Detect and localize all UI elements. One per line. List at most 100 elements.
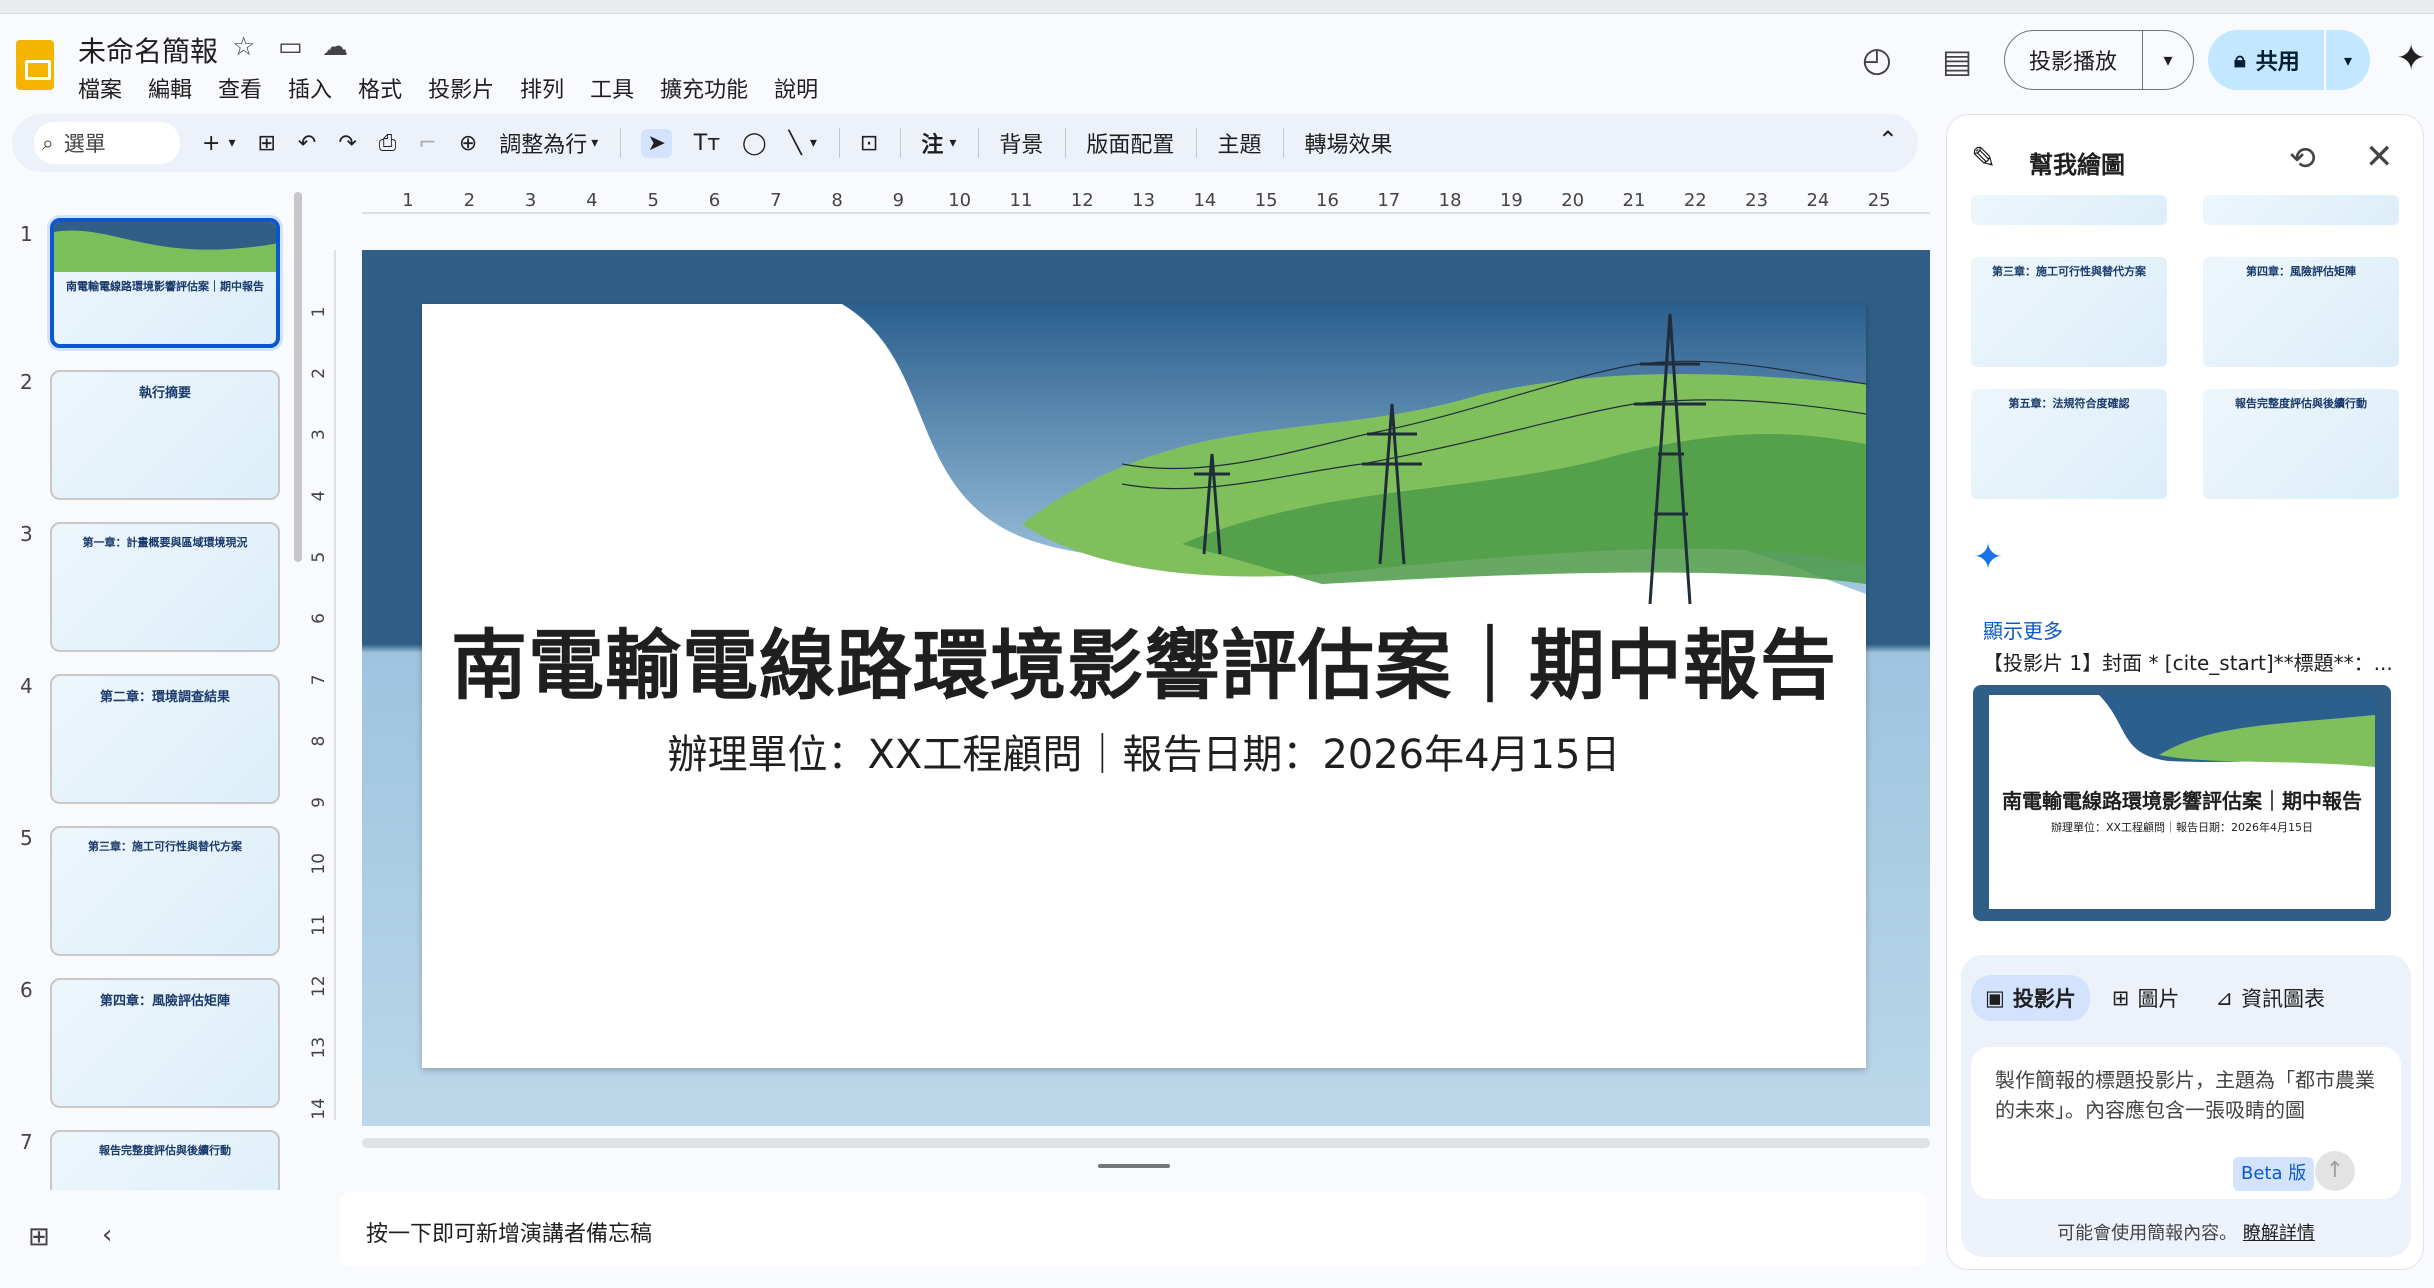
- add-image-icon[interactable]: ⊞: [257, 131, 275, 156]
- menu-format[interactable]: 格式: [358, 72, 402, 104]
- slideshow-label[interactable]: 投影播放: [2005, 31, 2143, 89]
- history-icon[interactable]: ⟲: [2289, 139, 2316, 177]
- redo-icon[interactable]: ↷: [338, 131, 356, 156]
- print-icon[interactable]: ⎙: [379, 131, 397, 156]
- toolbar-divider: [838, 128, 840, 158]
- gemini-icon[interactable]: ✦: [2396, 38, 2426, 79]
- ruler-tick-label: 4: [586, 190, 597, 211]
- new-slide-icon[interactable]: +: [202, 131, 220, 156]
- zoom-select[interactable]: 調整為行 ▾: [499, 127, 598, 159]
- prompt-echo: 【投影片 1】封面 * [cite_start]**標題**：...: [1983, 651, 2393, 675]
- chevron-down-icon[interactable]: ▾: [2143, 50, 2193, 71]
- slide-thumbnail[interactable]: 南電輸電線路環境影響評估案｜期中報告: [50, 218, 280, 348]
- chevron-down-icon[interactable]: ▾: [2326, 51, 2370, 70]
- generated-thumbnail[interactable]: 第四章：風險評估矩陣: [2203, 257, 2399, 367]
- paint-format-icon[interactable]: ⌐: [418, 131, 436, 156]
- chevron-left-icon[interactable]: ‹: [102, 1220, 112, 1250]
- close-icon[interactable]: ✕: [2365, 137, 2394, 177]
- undo-icon[interactable]: ↶: [298, 131, 316, 156]
- theme-button[interactable]: 主題: [1217, 127, 1261, 159]
- version-history-icon[interactable]: ◴: [1862, 40, 1892, 80]
- ruler-tick-label: 6: [709, 190, 720, 211]
- layout-button[interactable]: 版面配置: [1086, 127, 1174, 159]
- comments-icon[interactable]: ▤: [1942, 42, 1972, 80]
- image-add-icon: ⊞: [2111, 986, 2130, 1010]
- annotate-button[interactable]: 注 ▾: [921, 127, 956, 159]
- search-menus-input[interactable]: ⌕ 選單: [34, 122, 180, 164]
- slide-filmstrip: 1 南電輸電線路環境影響評估案｜期中報告 2 執行摘要 3 第一章：計畫概要與區…: [0, 200, 300, 1190]
- show-more-link[interactable]: 顯示更多: [1983, 615, 2063, 644]
- filmstrip-scrollbar[interactable]: [294, 192, 302, 562]
- generated-thumbnail[interactable]: 第三章：施工可行性與替代方案: [1971, 257, 2167, 367]
- chevron-down-icon: ▾: [591, 135, 599, 151]
- browser-tab-strip: [0, 0, 2434, 14]
- slide-title[interactable]: 南電輸電線路環境影響評估案｜期中報告: [422, 604, 1866, 714]
- menu-arrange[interactable]: 排列: [520, 72, 564, 104]
- menu-edit[interactable]: 編輯: [148, 72, 192, 104]
- speaker-notes-field[interactable]: 按一下即可新增演講者備忘稿: [340, 1192, 1926, 1266]
- select-cursor-icon[interactable]: ➤: [641, 128, 672, 158]
- share-button[interactable]: 🔒︎ 共用 ▾: [2208, 30, 2370, 90]
- zoom-icon[interactable]: ⊕: [459, 131, 477, 156]
- ruler-top-svg: 1 2 3 4 5 6 7 8 9 10 11 12 13 14 15 16 17 18 19 20 21 22 23 24 2…: [362, 190, 1930, 214]
- slide-number: 6: [20, 978, 33, 1002]
- generated-thumbnail[interactable]: [1971, 195, 2167, 225]
- slides-logo-icon[interactable]: [16, 40, 54, 90]
- tab-slide[interactable]: ▣ 投影片: [1971, 975, 2090, 1021]
- ruler-tick-label: 18: [1439, 190, 1462, 211]
- generated-thumbnail[interactable]: 報告完整度評估與後續行動: [2203, 389, 2399, 499]
- shape-icon[interactable]: ◯: [742, 131, 767, 156]
- generated-slide-preview[interactable]: 南電輸電線路環境影響評估案｜期中報告 辦理單位：XX工程顧問｜報告日期：2026…: [1973, 685, 2391, 921]
- chevron-down-icon[interactable]: ▾: [228, 135, 235, 151]
- share-main[interactable]: 🔒︎ 共用: [2208, 30, 2326, 90]
- ruler-tick-label: 7: [770, 190, 781, 211]
- cloud-saved-icon[interactable]: ☁: [322, 32, 348, 62]
- slide-thumbnail[interactable]: 第二章：環境調查結果: [50, 674, 280, 804]
- slide-thumbnail[interactable]: 執行摘要: [50, 370, 280, 500]
- move-folder-icon[interactable]: ▭: [278, 32, 303, 62]
- slide-thumbnail[interactable]: 報告完整度評估與後續行動: [50, 1130, 280, 1190]
- chevron-down-icon[interactable]: ▾: [810, 135, 817, 151]
- lock-icon: 🔒︎: [2234, 47, 2246, 73]
- background-button[interactable]: 背景: [999, 127, 1043, 159]
- tab-label: 圖片: [2137, 987, 2180, 1011]
- prompt-input[interactable]: 製作簡報的標題投影片，主題為「都市農業的未來」。內容應包含一張吸睛的圖 Beta…: [1971, 1047, 2401, 1199]
- slide-thumbnail[interactable]: 第一章：計畫概要與區域環境現況: [50, 522, 280, 652]
- canvas-scrollbar[interactable]: [362, 1138, 1930, 1148]
- text-box-icon[interactable]: Tт: [694, 131, 720, 156]
- chevron-up-icon[interactable]: ⌃: [1878, 126, 1898, 154]
- menu-insert[interactable]: 插入: [288, 72, 332, 104]
- slideshow-button[interactable]: 投影播放 ▾: [2004, 30, 2194, 90]
- thumbnail-title: 第四章：風險評估矩陣: [2246, 265, 2356, 278]
- toolbar: ⌕ 選單 + ▾ ⊞ ↶ ↷ ⎙ ⌐ ⊕ 調整為行 ▾ ➤ Tт ◯ ╲ ▾ ⊡ 注…: [12, 114, 1918, 172]
- menu-view[interactable]: 查看: [218, 72, 262, 104]
- grid-view-icon[interactable]: ⊞: [28, 1222, 50, 1252]
- line-icon[interactable]: ╲: [789, 131, 802, 156]
- send-arrow-icon[interactable]: ↑: [2315, 1151, 2355, 1191]
- menu-slide[interactable]: 投影片: [428, 72, 494, 104]
- star-icon[interactable]: ☆: [232, 32, 255, 62]
- menu-file[interactable]: 檔案: [78, 72, 122, 104]
- tab-infographic[interactable]: ⊿ 資訊圖表: [2201, 975, 2339, 1021]
- slide-thumbnail[interactable]: 第四章：風險評估矩陣: [50, 978, 280, 1108]
- menu-tools[interactable]: 工具: [590, 72, 634, 104]
- slide-content-card[interactable]: 南電輸電線路環境影響評估案｜期中報告 辦理單位：XX工程顧問｜報告日期：2026…: [422, 304, 1866, 1068]
- document-title[interactable]: 未命名簡報: [78, 30, 218, 70]
- menu-extensions[interactable]: 擴充功能: [660, 72, 748, 104]
- notes-resize-handle[interactable]: [1098, 1164, 1170, 1168]
- help-me-create-panel: ✎ 幫我繪圖 ⟲ ✕ 第三章：施工可行性與替代方案 第四章：風險評估矩陣 第五章…: [1946, 114, 2424, 1270]
- generated-thumbnail[interactable]: [2203, 195, 2399, 225]
- disclaimer-text: 可能會使用簡報內容。: [2057, 1223, 2238, 1244]
- add-comment-icon[interactable]: ⊡: [860, 131, 878, 156]
- slide-thumbnail[interactable]: 第三章：施工可行性與替代方案: [50, 826, 280, 956]
- banana-icon: ✎: [1971, 141, 1997, 176]
- menu-help[interactable]: 說明: [774, 72, 818, 104]
- toolbar-divider: [900, 128, 902, 158]
- learn-more-link[interactable]: 瞭解詳情: [2243, 1223, 2315, 1244]
- menu-bar: 檔案 編輯 查看 插入 格式 投影片 排列 工具 擴充功能 說明: [78, 72, 818, 104]
- tab-image[interactable]: ⊞ 圖片: [2098, 975, 2194, 1021]
- transition-button[interactable]: 轉場效果: [1304, 127, 1392, 159]
- slide-subtitle[interactable]: 辦理單位：XX工程顧問｜報告日期：2026年4月15日: [422, 722, 1866, 780]
- generated-thumbnail[interactable]: 第五章：法規符合度確認: [1971, 389, 2167, 499]
- search-label: 選單: [63, 132, 106, 156]
